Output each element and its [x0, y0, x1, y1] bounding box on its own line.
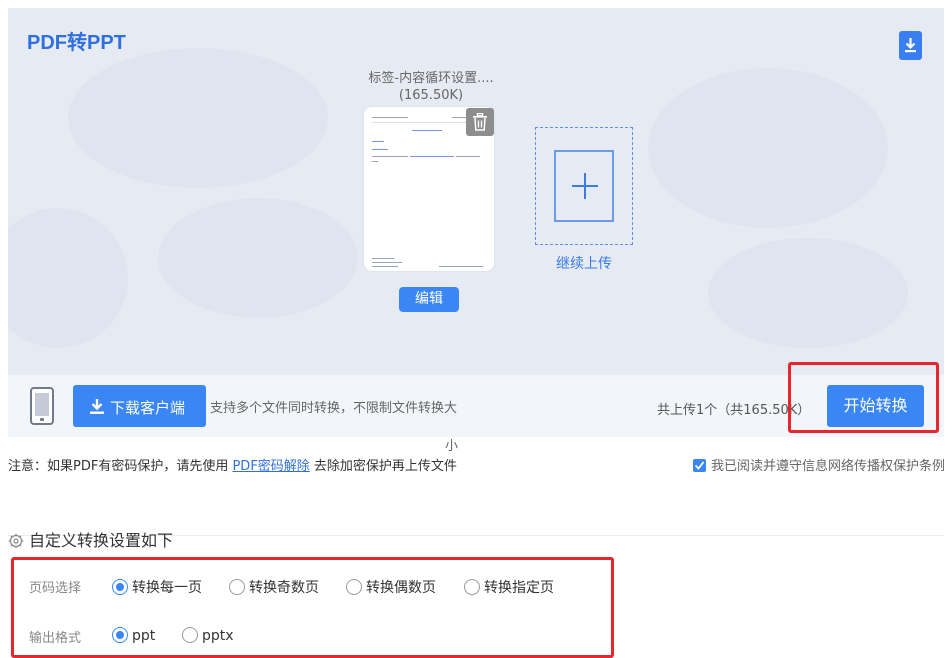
download-client-button[interactable]: 下载客户端 [73, 385, 206, 427]
gear-icon [8, 533, 24, 549]
highlight-box-settings [11, 557, 614, 658]
agreement-checkbox[interactable] [693, 459, 706, 472]
radio-label: ppt [132, 628, 156, 644]
download-icon[interactable] [899, 31, 922, 60]
file-size: (165.50K) [398, 88, 464, 103]
continue-upload-dropzone[interactable] [535, 127, 633, 245]
radio-label: pptx [202, 628, 234, 644]
radio-format-pptx[interactable]: pptx [182, 627, 234, 644]
radio-dot[interactable] [112, 627, 128, 643]
continue-upload-label[interactable]: 继续上传 [535, 253, 633, 273]
background-texture [648, 68, 888, 228]
note-prefix: 注意：如果PDF有密码保护，请先使用 [8, 459, 233, 474]
download-client-label: 下载客户端 [110, 399, 186, 417]
note-suffix: 去除加密保护再上传文件 [309, 459, 457, 474]
agreement-label: 我已阅读并遵守信息网络传播权保护条例 [711, 459, 946, 474]
background-texture [8, 208, 128, 348]
radio-dot[interactable] [112, 579, 128, 595]
background-texture [68, 48, 328, 188]
page-select-label: 页码选择 [29, 581, 82, 596]
radio-dot[interactable] [346, 579, 362, 595]
edit-button[interactable]: 编辑 [399, 287, 459, 312]
pdf-unlock-link[interactable]: PDF密码解除 [232, 459, 309, 474]
radio-dot[interactable] [229, 579, 245, 595]
radio-specified-pages[interactable]: 转换指定页 [464, 577, 554, 597]
phone-icon [30, 387, 54, 425]
radio-format-ppt[interactable]: ppt [112, 627, 155, 644]
output-format-label: 输出格式 [29, 631, 82, 646]
radio-label: 转换每一页 [132, 580, 202, 596]
radio-dot[interactable] [464, 579, 480, 595]
file-name: 标签-内容循环设置.... [368, 71, 494, 86]
trash-icon[interactable] [466, 108, 494, 136]
agreement-checkbox-row[interactable]: 我已阅读并遵守信息网络传播权保护条例 [693, 455, 945, 474]
background-texture [708, 238, 908, 348]
radio-label: 转换指定页 [484, 580, 554, 596]
download-icon [90, 399, 104, 414]
page-title: PDF转PPT [27, 32, 126, 54]
plus-icon[interactable] [554, 150, 614, 222]
radio-odd-pages[interactable]: 转换奇数页 [229, 577, 319, 597]
radio-dot[interactable] [182, 627, 198, 643]
settings-title: 自定义转换设置如下 [29, 531, 174, 550]
radio-even-pages[interactable]: 转换偶数页 [346, 577, 436, 597]
multi-file-hint: 支持多个文件同时转换，不限制文件转换大 [210, 401, 458, 416]
radio-label: 转换奇数页 [249, 580, 319, 596]
multi-file-hint-tail: 小 [445, 439, 459, 454]
radio-every-page[interactable]: 转换每一页 [112, 577, 202, 597]
background-texture [158, 198, 358, 318]
settings-heading: 自定义转换设置如下 [8, 527, 173, 551]
radio-label: 转换偶数页 [366, 580, 436, 596]
password-note: 注意：如果PDF有密码保护，请先使用 PDF密码解除 去除加密保护再上传文件 [8, 455, 457, 474]
highlight-box-start [788, 362, 939, 433]
